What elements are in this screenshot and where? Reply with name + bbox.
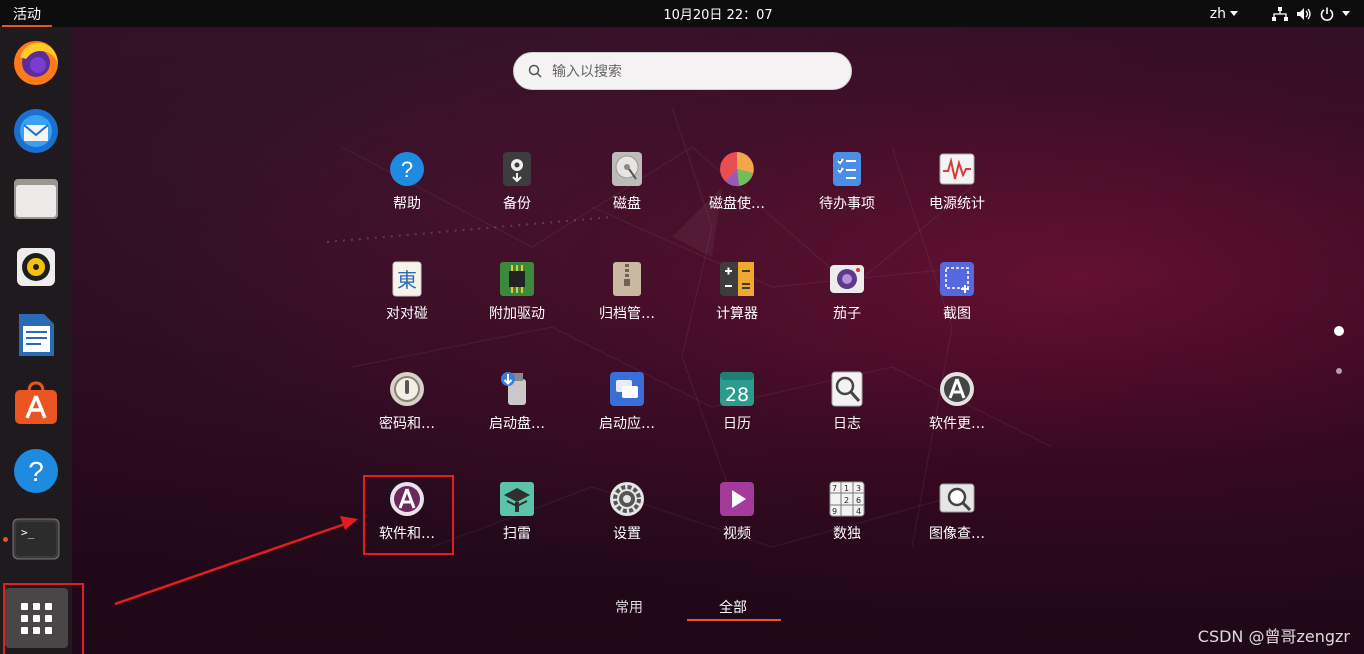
tab-frequent[interactable]: 常用 (615, 597, 643, 617)
active-tab-indicator (687, 619, 781, 621)
page-indicator-active[interactable] (1334, 326, 1344, 336)
page-indicator[interactable] (1336, 368, 1342, 374)
tab-all[interactable]: 全部 (719, 597, 747, 617)
annotation-arrow (114, 516, 358, 606)
watermark: CSDN @曾哥zengzr (1197, 627, 1350, 646)
